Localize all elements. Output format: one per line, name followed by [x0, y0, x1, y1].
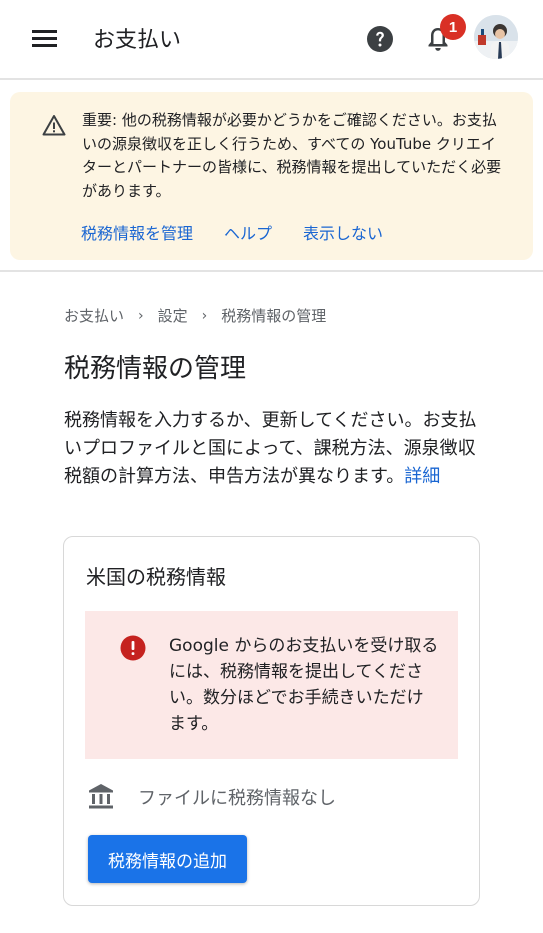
- details-link[interactable]: 詳細: [404, 466, 440, 487]
- breadcrumb-item-payments[interactable]: お支払い: [64, 305, 124, 326]
- help-icon[interactable]: [366, 25, 394, 53]
- add-tax-info-button[interactable]: 税務情報の追加: [88, 835, 247, 883]
- error-icon: [120, 635, 146, 661]
- section-divider: [0, 270, 543, 272]
- chevron-right-icon: ›: [201, 307, 208, 324]
- menu-icon[interactable]: [32, 27, 58, 49]
- top-app-bar: お支払い 1: [0, 0, 543, 80]
- breadcrumb-item-settings[interactable]: 設定: [158, 305, 188, 326]
- avatar[interactable]: [474, 15, 518, 59]
- page-title: 税務情報の管理: [64, 354, 247, 384]
- page-description: 税務情報を入力するか、更新してください。お支払いプロファイルと国によって、課税方…: [64, 407, 484, 491]
- banner-actions: 税務情報を管理 ヘルプ 表示しない: [81, 220, 383, 244]
- page-header-title: お支払い: [93, 28, 182, 53]
- banner-message: 重要: 他の税務情報が必要かどうかをご確認ください。お支払いの源泉徴収を正しく行…: [82, 111, 502, 200]
- manage-tax-info-link[interactable]: 税務情報を管理: [81, 220, 193, 244]
- tax-alert: Google からのお支払いを受け取るには、税務情報を提出してください。数分ほど…: [85, 611, 458, 759]
- tax-warning-banner: 重要: 他の税務情報が必要かどうかをご確認ください。お支払いの源泉徴収を正しく行…: [10, 92, 533, 260]
- notification-count-badge: 1: [440, 14, 466, 40]
- warning-icon: [42, 115, 66, 136]
- breadcrumb: お支払い › 設定 › 税務情報の管理: [64, 305, 326, 326]
- chevron-right-icon: ›: [138, 307, 144, 324]
- help-link[interactable]: ヘルプ: [224, 220, 272, 244]
- no-tax-info-label: ファイルに税務情報なし: [138, 788, 336, 809]
- dismiss-link[interactable]: 表示しない: [303, 220, 383, 244]
- us-tax-info-card: 米国の税務情報 Google からのお支払いを受け取るには、税務情報を提出してく…: [63, 536, 480, 906]
- bank-icon: [89, 784, 113, 809]
- card-title: 米国の税務情報: [86, 565, 226, 589]
- breadcrumb-item-manage-tax: 税務情報の管理: [221, 307, 327, 325]
- alert-message: Google からのお支払いを受け取るには、税務情報を提出してください。数分ほど…: [169, 636, 439, 734]
